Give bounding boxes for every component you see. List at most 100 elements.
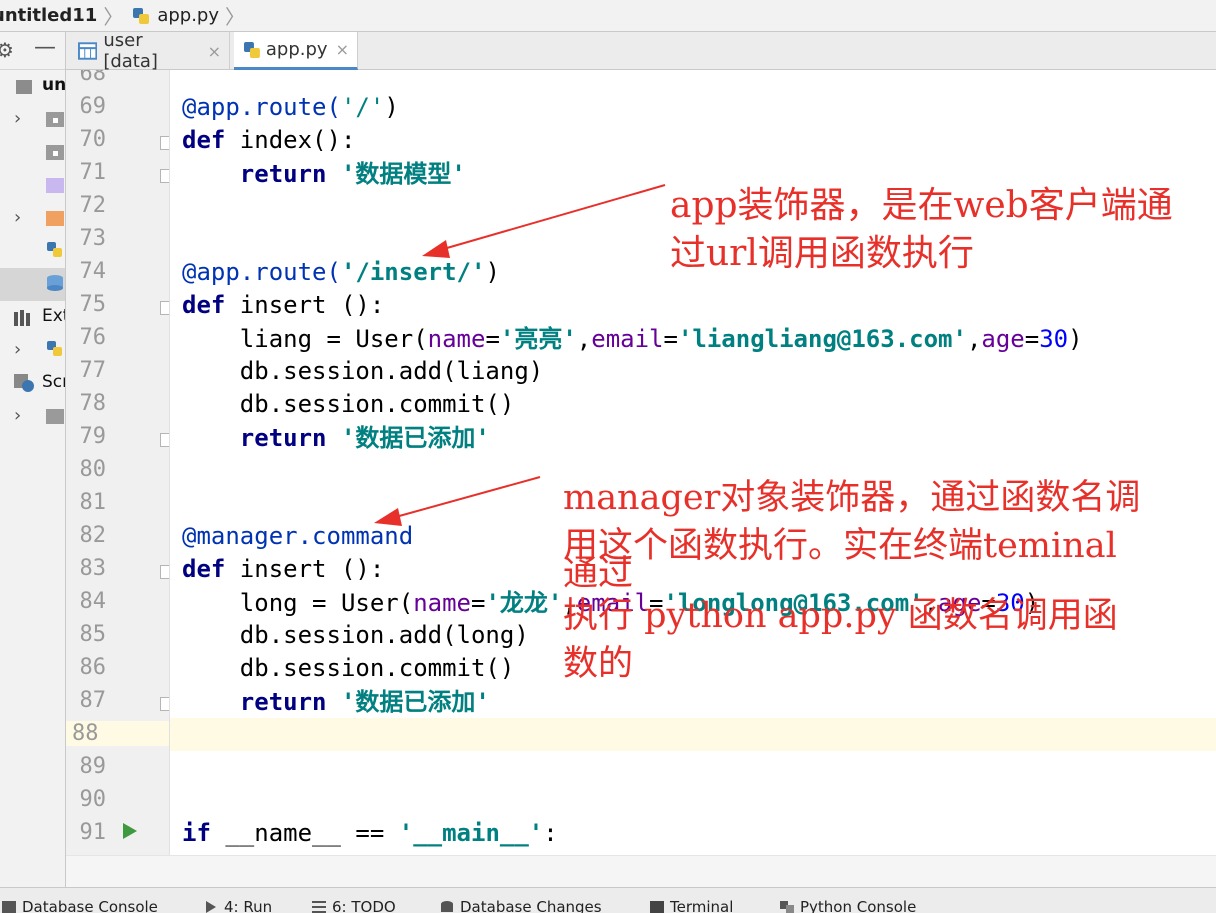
string-literal: ' [562, 325, 577, 353]
code-line-76: liang = User(name='亮亮',email='liangliang… [182, 322, 1083, 355]
tool-todo[interactable]: 6: TODO [312, 898, 396, 913]
tool-database-changes[interactable]: Database Changes [440, 898, 602, 913]
tool-terminal[interactable]: Terminal [650, 898, 733, 913]
line-number: 78 [79, 391, 107, 416]
line-number: 74 [79, 259, 107, 284]
annotation-line: 过url调用函数执行 [670, 233, 974, 274]
line-number: 77 [79, 358, 107, 383]
keyword: return [239, 160, 327, 188]
fold-marker-icon[interactable] [160, 697, 169, 711]
code-text: , [576, 325, 592, 353]
scratches-icon [14, 374, 34, 392]
tree-item-folder[interactable]: › [0, 202, 65, 235]
keyword: if [182, 819, 211, 847]
collapse-icon[interactable]: — [34, 35, 56, 60]
terminal-icon [650, 901, 664, 913]
code-text: db.session.add(long) [239, 621, 529, 649]
code-line-75: def insert (): [182, 289, 384, 322]
string-literal: 数据已添加 [355, 687, 476, 716]
breadcrumb-separator-icon: 〉 [225, 5, 246, 29]
annotation-line: 执行 python app.py 函数名调用函 [563, 596, 1118, 636]
code-text: ) [1068, 325, 1083, 353]
folder-icon [46, 178, 64, 193]
tree-item-external-libraries[interactable]: Ext [0, 301, 65, 334]
tree-item-folder[interactable] [0, 169, 65, 202]
close-icon[interactable]: × [336, 40, 349, 59]
tree-item-project-root[interactable]: un [0, 70, 65, 103]
code-text: : [543, 819, 558, 847]
code-line-74: @app.route('/insert/') [182, 256, 500, 289]
chevron-right-icon: › [14, 339, 22, 360]
code-text: = [470, 589, 486, 617]
breadcrumb-file[interactable]: app.py [131, 0, 219, 31]
code-text: db.session.commit() [239, 390, 515, 418]
code-line-83: def insert (): [182, 553, 384, 586]
decorator: @manager.command [182, 522, 414, 550]
gear-icon[interactable]: ⚙ [0, 38, 14, 62]
annotation-line: 用这个函数执行。实在终端teminal [563, 526, 1117, 566]
string-literal: '/' [340, 93, 385, 121]
fold-marker-icon[interactable] [160, 433, 169, 447]
fold-marker-icon[interactable] [160, 565, 169, 579]
editor-gutter: 68 69 70 71 72 73 74 75 76 77 78 79 80 8… [66, 70, 170, 855]
run-icon[interactable] [122, 822, 138, 840]
tab-user-data[interactable]: user [data] × [70, 30, 230, 72]
current-line-highlight [170, 718, 1216, 751]
annotation-line: manager对象装饰器，通过函数名调 [563, 478, 1141, 518]
tool-run[interactable]: 4: Run [204, 898, 272, 913]
code-line-79: return '数据已添加' [182, 421, 490, 454]
tool-database-console[interactable]: Database Console [2, 898, 158, 913]
annotation-line: app装饰器，是在web客户端通 [670, 185, 1173, 226]
line-number: 71 [79, 160, 107, 185]
keyword: def [182, 291, 226, 319]
tab-app-py[interactable]: app.py × [234, 32, 358, 70]
string-literal: 数据模型 [355, 159, 452, 188]
tool-label: Database Changes [460, 898, 602, 913]
code-line-87: return '数据已添加' [182, 685, 490, 718]
fold-marker-icon[interactable] [160, 301, 169, 315]
breadcrumb-separator-icon: 〉 [103, 5, 124, 29]
code-text: insert (): [225, 291, 385, 319]
line-number: 76 [79, 325, 107, 350]
tool-python-console[interactable]: Python Console [780, 898, 916, 913]
line-number: 91 [79, 820, 107, 845]
folder-icon [46, 409, 64, 424]
code-text: = [1024, 325, 1040, 353]
horizontal-scrollbar[interactable] [66, 855, 1216, 887]
keyword: return [239, 424, 327, 452]
chevron-right-icon: › [14, 108, 22, 129]
code-text: = [663, 325, 678, 353]
string-literal: 'liangliang@163.com' [677, 325, 967, 353]
line-number: 81 [79, 490, 107, 515]
tree-item-folder[interactable]: › [0, 400, 65, 433]
tree-item-folder[interactable]: › [0, 103, 65, 136]
chevron-right-icon: › [14, 405, 22, 426]
code-line-70: def index(): [182, 124, 355, 157]
close-icon[interactable]: × [208, 42, 221, 61]
python-file-icon [133, 7, 150, 24]
code-text: ) [485, 258, 500, 286]
line-number: 69 [79, 94, 107, 119]
project-toolbar: ⚙ — [0, 32, 65, 70]
line-number: 68 [79, 70, 107, 86]
code-text: db.session.add(liang) [239, 357, 544, 385]
tool-label: 6: TODO [332, 898, 396, 913]
code-text: ) [384, 93, 399, 121]
string-literal: ' [547, 589, 563, 617]
tree-item-database[interactable] [0, 268, 65, 301]
fold-marker-icon[interactable] [160, 169, 169, 183]
string-literal: 数据已添加 [355, 423, 476, 452]
tree-item-scratches[interactable]: Scr [0, 367, 65, 400]
breadcrumb-project[interactable]: untitled11 [0, 0, 97, 31]
tree-item-file[interactable] [0, 235, 65, 268]
line-number: 88 [66, 721, 169, 746]
tree-item-label: Scr [42, 372, 65, 392]
tree-item-python[interactable]: › [0, 334, 65, 367]
line-number: 72 [79, 193, 107, 218]
string-literal: ' [326, 160, 356, 188]
annotation-note-2: manager对象装饰器，通过函数名调 用这个函数执行。实在终端teminal … [563, 474, 1140, 688]
fold-marker-icon[interactable] [160, 136, 169, 150]
decorator: @app.route( [182, 258, 341, 286]
param-name: name [427, 325, 486, 353]
tree-item-folder[interactable] [0, 136, 65, 169]
